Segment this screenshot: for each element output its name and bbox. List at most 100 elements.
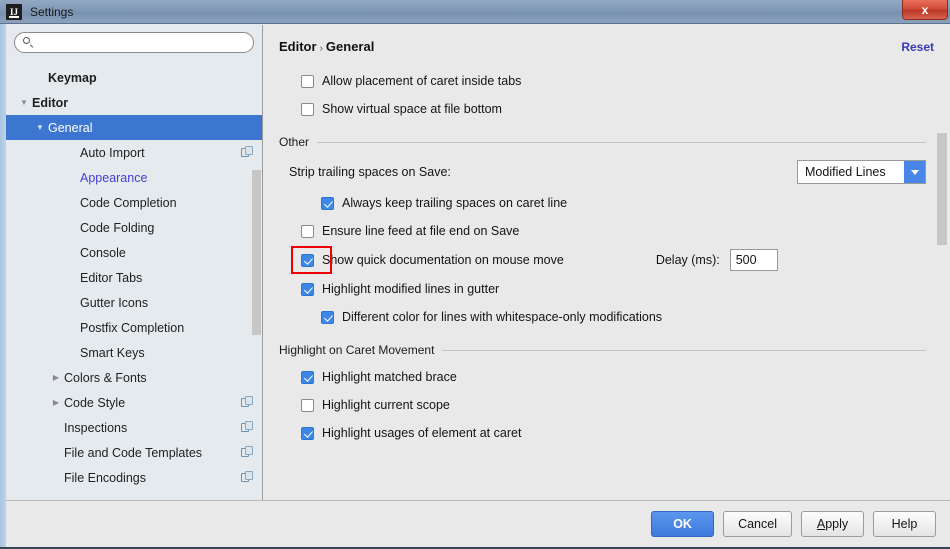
sidebar-item-code-style[interactable]: ▶ Code Style <box>6 390 262 415</box>
cancel-button[interactable]: Cancel <box>723 511 792 537</box>
sidebar-item-label: General <box>48 120 93 135</box>
copy-settings-icon[interactable] <box>241 471 254 484</box>
checkbox-highlight-matched-brace[interactable] <box>301 370 314 384</box>
checkbox-label: Show quick documentation on mouse move <box>322 253 564 267</box>
checkbox-allow-placement-of-caret-inside-tabs[interactable] <box>301 74 314 88</box>
checkbox-highlight-usages-of-element-at-caret[interactable] <box>301 426 314 440</box>
main-header: Editor › General Reset <box>263 25 950 54</box>
strip-trailing-spaces-dropdown[interactable]: Modified Lines <box>797 160 926 184</box>
title-bar: Settings x <box>0 0 950 24</box>
search-container <box>6 25 262 59</box>
checkbox-label: Different color for lines with whitespac… <box>342 310 663 324</box>
option-row-highlight-modified-lines-in-gutter[interactable]: Highlight modified lines in gutter <box>271 275 926 303</box>
apply-mnemonic: A <box>816 517 826 531</box>
sidebar-item-smart-keys[interactable]: Smart Keys <box>6 340 262 365</box>
sidebar-item-label: Code Style <box>64 395 126 410</box>
copy-settings-icon[interactable] <box>241 446 254 459</box>
sidebar-item-editor[interactable]: ▼ Editor <box>6 90 262 115</box>
delay-control-group: Delay (ms): <box>642 249 778 271</box>
sidebar-item-gutter-icons[interactable]: Gutter Icons <box>6 290 262 315</box>
section-header-other: Other <box>271 129 926 155</box>
checkbox-label: Allow placement of caret inside tabs <box>322 74 522 88</box>
breadcrumb: Editor › General <box>279 39 901 54</box>
sidebar-item-code-completion[interactable]: Code Completion <box>6 190 262 215</box>
option-row-highlight-current-scope[interactable]: Highlight current scope <box>271 391 926 419</box>
option-row-highlight-usages-of-element-at-caret[interactable]: Highlight usages of element at caret <box>271 419 926 447</box>
dialog-content: Keymap ▼ Editor ▼ General Auto Import Appearan… <box>6 25 950 547</box>
sidebar-item-file-encodings[interactable]: File Encodings <box>6 465 262 490</box>
search-input[interactable] <box>39 34 245 51</box>
sidebar-item-appearance[interactable]: Appearance <box>6 165 262 190</box>
dialog-footer: OK Cancel Apply Help <box>6 500 950 547</box>
apply-button[interactable]: Apply <box>801 511 864 537</box>
reset-link[interactable]: Reset <box>901 40 934 54</box>
sidebar-item-postfix-completion[interactable]: Postfix Completion <box>6 315 262 340</box>
breadcrumb-separator-icon: › <box>319 43 323 54</box>
sidebar-scrollbar[interactable] <box>252 170 261 335</box>
sidebar-item-label: Postfix Completion <box>80 320 185 335</box>
section-divider <box>442 349 926 351</box>
sidebar-item-label: Gutter Icons <box>80 295 149 310</box>
sidebar-item-label: File Encodings <box>64 470 146 485</box>
copy-settings-icon[interactable] <box>241 396 254 409</box>
sidebar-item-label: Editor <box>32 95 69 110</box>
sidebar-item-editor-tabs[interactable]: Editor Tabs <box>6 265 262 290</box>
breadcrumb-parent[interactable]: Editor <box>279 39 317 54</box>
checkbox-ensure-line-feed-at-file-end-on-save[interactable] <box>301 224 314 238</box>
settings-sidebar: Keymap ▼ Editor ▼ General Auto Import Appearan… <box>6 25 263 547</box>
section-divider <box>317 141 926 143</box>
sidebar-item-label: Inspections <box>64 420 128 435</box>
checkbox-always-keep-trailing-spaces-on-caret-line[interactable] <box>321 196 334 210</box>
option-row-always-keep-trailing-spaces-on-caret-line[interactable]: Always keep trailing spaces on caret lin… <box>271 189 926 217</box>
checkbox-label: Ensure line feed at file end on Save <box>322 224 520 238</box>
ok-button[interactable]: OK <box>651 511 715 537</box>
chevron-down-icon[interactable] <box>904 161 925 183</box>
copy-settings-icon[interactable] <box>241 146 254 159</box>
chevron-down-icon[interactable]: ▼ <box>16 98 32 107</box>
sidebar-item-label: Editor Tabs <box>80 270 143 285</box>
intellij-idea-icon <box>6 3 22 20</box>
help-button[interactable]: Help <box>873 511 936 537</box>
sidebar-item-console[interactable]: Console <box>6 240 262 265</box>
main-scrollbar[interactable] <box>937 133 947 245</box>
checkbox-highlight-current-scope[interactable] <box>301 398 314 412</box>
checkbox-label: Always keep trailing spaces on caret lin… <box>342 196 568 210</box>
sidebar-item-code-folding[interactable]: Code Folding <box>6 215 262 240</box>
chevron-right-icon[interactable]: ▶ <box>48 398 64 407</box>
settings-main-pane: Editor › General Reset Allow placement of … <box>263 25 950 547</box>
option-row-show-quick-documentation-on-mouse-move[interactable]: Show quick documentation on mouse move De… <box>271 245 926 275</box>
dropdown-selected-value: Modified Lines <box>805 165 886 179</box>
section-title: Other <box>279 135 310 149</box>
window-title: Settings <box>30 4 74 19</box>
close-icon[interactable]: x <box>902 0 948 20</box>
settings-tree: Keymap ▼ Editor ▼ General Auto Import Appearan… <box>6 65 262 547</box>
option-row-ensure-line-feed-at-file-end-on-save[interactable]: Ensure line feed at file end on Save <box>271 217 926 245</box>
sidebar-item-colors-fonts[interactable]: ▶ Colors & Fonts <box>6 365 262 390</box>
search-box[interactable] <box>14 32 254 53</box>
chevron-right-icon[interactable]: ▶ <box>48 373 64 382</box>
checkbox-label: Highlight modified lines in gutter <box>322 282 500 296</box>
checkbox-show-quick-documentation-on-mouse-move[interactable] <box>301 253 314 267</box>
sidebar-item-keymap[interactable]: Keymap <box>6 65 262 90</box>
sidebar-item-label: Code Folding <box>80 220 155 235</box>
sidebar-item-auto-import[interactable]: Auto Import <box>6 140 262 165</box>
sidebar-item-file-and-code-templates[interactable]: File and Code Templates <box>6 440 262 465</box>
checkbox-show-virtual-space-at-file-bottom[interactable] <box>301 102 314 116</box>
sidebar-item-inspections[interactable]: Inspections <box>6 415 262 440</box>
section-title: Highlight on Caret Movement <box>279 343 435 357</box>
option-row-different-color-for-lines-with-whitespace-only-modifications[interactable]: Different color for lines with whitespac… <box>271 303 926 331</box>
checkbox-different-color-for-lines-with-whitespace-only-modifications[interactable] <box>321 310 334 324</box>
sidebar-item-label: Smart Keys <box>80 345 145 360</box>
search-icon <box>23 36 35 49</box>
checkbox-highlight-modified-lines-in-gutter[interactable] <box>301 282 314 296</box>
option-row-allow-placement-of-caret-inside-tabs[interactable]: Allow placement of caret inside tabs <box>271 67 926 95</box>
option-row-show-virtual-space-at-file-bottom[interactable]: Show virtual space at file bottom <box>271 95 926 123</box>
settings-options-list: Allow placement of caret inside tabs Show… <box>263 67 950 547</box>
sidebar-item-label: Code Completion <box>80 195 177 210</box>
delay-input[interactable] <box>729 249 778 271</box>
copy-settings-icon[interactable] <box>241 421 254 434</box>
sidebar-item-general[interactable]: ▼ General <box>6 115 262 140</box>
option-row-highlight-matched-brace[interactable]: Highlight matched brace <box>271 363 926 391</box>
chevron-down-icon[interactable]: ▼ <box>32 123 48 132</box>
delay-label: Delay (ms): <box>655 253 720 267</box>
